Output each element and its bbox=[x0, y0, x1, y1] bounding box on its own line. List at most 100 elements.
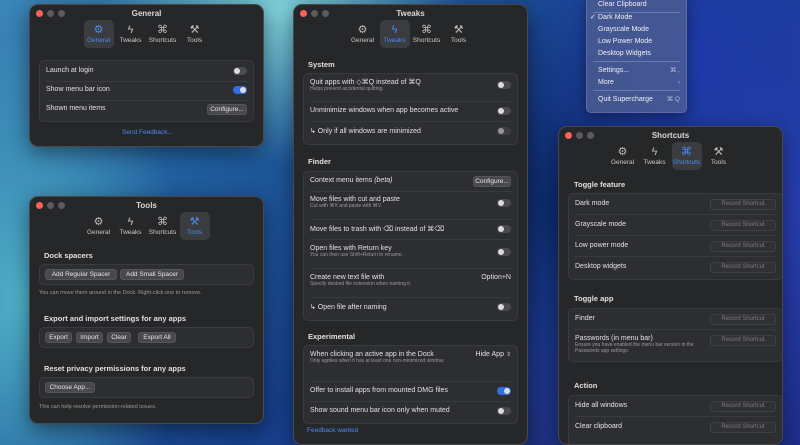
offer-install-toggle[interactable] bbox=[497, 387, 511, 395]
dock-spacers-title: Dock spacers bbox=[44, 251, 93, 260]
tab-tweaks[interactable]: ϟ Tweaks bbox=[640, 142, 670, 170]
show-menu-bar-icon-toggle[interactable] bbox=[233, 86, 247, 94]
feedback-wanted-link[interactable]: Feedback wanted bbox=[307, 427, 358, 434]
show-menu-bar-icon-row: Show menu bar icon bbox=[46, 86, 247, 94]
clear-button[interactable]: Clear bbox=[107, 332, 131, 343]
record-shortcut-button[interactable]: Record Shortcut bbox=[710, 262, 776, 273]
menu-item-desktop-widgets[interactable]: Desktop Widgets bbox=[598, 49, 680, 59]
hammer-icon: ⚒ bbox=[189, 24, 200, 36]
tab-label: Shortcuts bbox=[672, 159, 701, 166]
shortcut-row: Low power mode Record Shortcut bbox=[575, 241, 776, 252]
divider bbox=[310, 268, 511, 269]
row-label: Show sound menu bar icon only when muted bbox=[310, 407, 450, 414]
add-regular-spacer-button[interactable]: Add Regular Spacer bbox=[45, 269, 117, 280]
click-active-app-select[interactable]: Hide App ⇕ bbox=[476, 351, 511, 358]
tab-tools[interactable]: ⚒ Tools bbox=[180, 20, 210, 48]
export-button[interactable]: Export bbox=[45, 332, 72, 343]
tab-tweaks[interactable]: ϟ Tweaks bbox=[116, 212, 146, 240]
configure-button[interactable]: Configure... bbox=[473, 176, 511, 187]
shortcuts-window: Shortcuts ⚙ General ϟ Tweaks ⌘ Shortcuts ⚒ T… bbox=[558, 126, 783, 445]
tab-tweaks[interactable]: ϟ Tweaks bbox=[116, 20, 146, 48]
launch-at-login-toggle[interactable] bbox=[233, 67, 247, 75]
record-shortcut-button[interactable]: Record Shortcut bbox=[710, 401, 776, 412]
move-to-trash-toggle[interactable] bbox=[497, 225, 511, 233]
tab-general[interactable]: ⚙ General bbox=[84, 212, 114, 240]
export-import-title: Export and import settings for any apps bbox=[44, 314, 187, 323]
tab-label: Tweaks bbox=[119, 37, 142, 44]
tab-label: Tweaks bbox=[383, 37, 406, 44]
tab-general[interactable]: ⚙ General bbox=[83, 20, 114, 48]
action-title: Action bbox=[574, 381, 598, 390]
tab-shortcuts[interactable]: ⌘ Shortcuts bbox=[148, 20, 178, 48]
command-icon: ⌘ bbox=[157, 216, 168, 228]
tab-label: General bbox=[610, 159, 635, 166]
send-feedback-link[interactable]: Send Feedback... bbox=[122, 129, 173, 136]
experimental-title: Experimental bbox=[308, 332, 356, 341]
row-label: ↳ Only if all windows are minimized bbox=[310, 128, 421, 135]
shortcut-value[interactable]: Option+N bbox=[481, 274, 511, 281]
row-sublabel: Cut with ⌘X and paste with ⌘V. bbox=[310, 203, 383, 209]
tab-label: Tools bbox=[710, 159, 727, 166]
tab-shortcuts[interactable]: ⌘ Shortcuts bbox=[412, 20, 442, 48]
select-value: Hide App bbox=[475, 351, 504, 358]
menu-item-settings[interactable]: Settings... ⌘ , bbox=[598, 66, 680, 76]
divider bbox=[575, 256, 776, 257]
menu-item-dark-mode[interactable]: ✓ Dark Mode bbox=[590, 13, 680, 23]
import-button[interactable]: Import bbox=[76, 332, 103, 343]
row-label: Clear clipboard bbox=[575, 423, 623, 430]
launch-at-login-row: Launch at login bbox=[46, 67, 247, 75]
add-small-spacer-button[interactable]: Add Small Spacer bbox=[120, 269, 184, 280]
gear-icon: ⚙ bbox=[93, 216, 104, 228]
title-bar: Shortcuts ⚙ General ϟ Tweaks ⌘ Shortcuts ⚒ T… bbox=[559, 127, 782, 171]
menu-item-clear-clipboard[interactable]: Clear Clipboard bbox=[598, 0, 680, 10]
tab-tools[interactable]: ⚒ Tools bbox=[179, 212, 210, 240]
menu-item-quit[interactable]: Quit Supercharge ⌘ Q bbox=[598, 95, 680, 105]
menu-item-low-power-mode[interactable]: Low Power Mode bbox=[598, 37, 680, 47]
record-shortcut-button[interactable]: Record Shortcut bbox=[710, 241, 776, 252]
record-shortcut-button[interactable]: Record Shortcut bbox=[710, 335, 776, 346]
row-sublabel: You can then use Shift+Return to rename. bbox=[310, 252, 404, 258]
divider bbox=[310, 401, 511, 402]
tab-shortcuts[interactable]: ⌘ Shortcuts bbox=[671, 142, 702, 170]
only-if-minimized-toggle[interactable] bbox=[497, 127, 511, 135]
record-shortcut-button[interactable]: Record Shortcut bbox=[710, 422, 776, 433]
tab-label: Shortcuts bbox=[148, 37, 177, 44]
tab-tools[interactable]: ⚒ Tools bbox=[704, 142, 734, 170]
move-files-toggle[interactable] bbox=[497, 199, 511, 207]
open-return-toggle[interactable] bbox=[497, 248, 511, 256]
record-shortcut-button[interactable]: Record Shortcut bbox=[710, 199, 776, 210]
menu-item-label: Low Power Mode bbox=[598, 38, 653, 45]
tab-label: General bbox=[86, 229, 111, 236]
choose-app-button[interactable]: Choose App... bbox=[45, 382, 95, 393]
tab-tools[interactable]: ⚒ Tools bbox=[444, 20, 474, 48]
divider bbox=[310, 101, 511, 102]
tab-general[interactable]: ⚙ General bbox=[348, 20, 378, 48]
click-active-app-row: When clicking an active app in the Dock O… bbox=[310, 351, 467, 364]
record-shortcut-button[interactable]: Record Shortcut bbox=[710, 314, 776, 325]
export-all-button[interactable]: Export All bbox=[138, 332, 176, 343]
configure-button[interactable]: Configure... bbox=[207, 104, 247, 115]
window-title: Shortcuts bbox=[651, 131, 690, 140]
tweaks-window: Tweaks ⚙ General ϟ Tweaks ⌘ Shortcuts ⚒ Tool… bbox=[293, 4, 528, 445]
row-label: Desktop widgets bbox=[575, 263, 627, 270]
sound-menu-row: Show sound menu bar icon only when muted bbox=[310, 407, 511, 415]
finder-title: Finder bbox=[308, 157, 331, 166]
shortcut-row: Dark mode Record Shortcut bbox=[575, 199, 776, 210]
row-label: Dark mode bbox=[575, 200, 610, 207]
tab-general[interactable]: ⚙ General bbox=[608, 142, 638, 170]
dock-note: You can move them around in the Dock. Ri… bbox=[39, 290, 202, 296]
row-label: Passwords (in menu bar) bbox=[575, 335, 653, 342]
tab-label: Tools bbox=[186, 37, 203, 44]
tab-tweaks[interactable]: ϟ Tweaks bbox=[379, 20, 410, 48]
menu-item-grayscale-mode[interactable]: Grayscale Mode bbox=[598, 25, 680, 35]
quit-apps-toggle[interactable] bbox=[497, 81, 511, 89]
open-after-naming-toggle[interactable] bbox=[497, 303, 511, 311]
export-import-group: Export Import Clear Export All bbox=[39, 327, 254, 348]
record-shortcut-button[interactable]: Record Shortcut bbox=[710, 220, 776, 231]
action-group: Hide all windows Record Shortcut Clear cl… bbox=[568, 395, 782, 444]
unminimize-toggle[interactable] bbox=[497, 107, 511, 115]
title-bar: Tools ⚙ General ϟ Tweaks ⌘ Shortcuts ⚒ Tools bbox=[30, 197, 263, 241]
menu-item-more[interactable]: More › bbox=[598, 78, 680, 88]
sound-menu-toggle[interactable] bbox=[497, 407, 511, 415]
tab-shortcuts[interactable]: ⌘ Shortcuts bbox=[148, 212, 178, 240]
